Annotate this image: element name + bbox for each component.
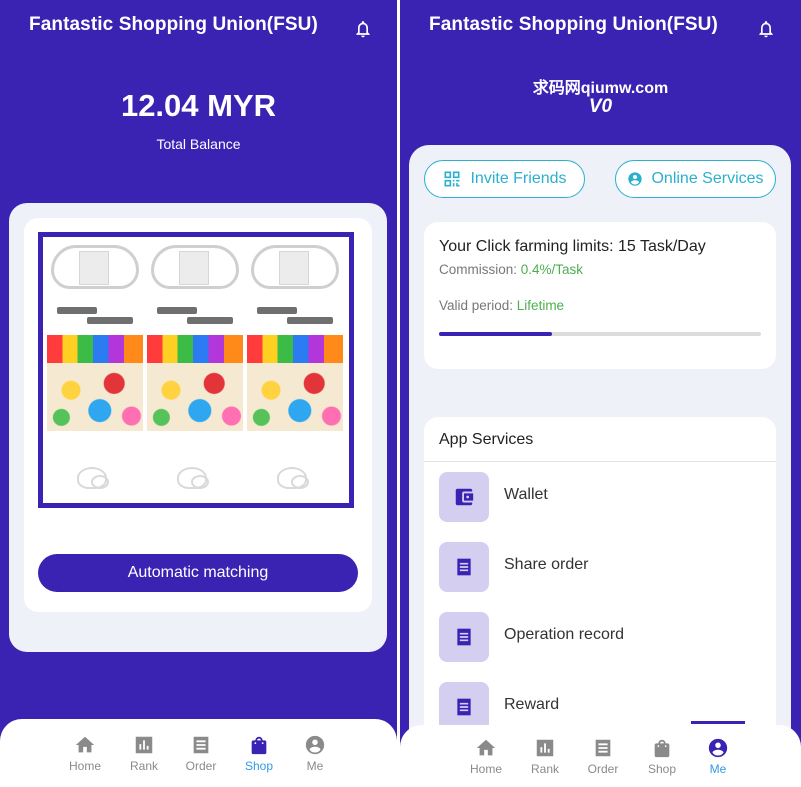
account-circle-icon bbox=[628, 172, 643, 186]
tab-label: Home bbox=[68, 759, 101, 773]
bottom-tab-bar: Home Rank Order Shop Me bbox=[0, 715, 397, 787]
tab-label: Home bbox=[469, 762, 502, 776]
divider bbox=[424, 461, 776, 462]
service-item-wallet[interactable]: Wallet bbox=[439, 472, 759, 522]
task-limits-title: Your Click farming limits: 15 Task/Day bbox=[439, 238, 706, 255]
bell-icon[interactable] bbox=[756, 18, 776, 40]
tab-order[interactable]: Order bbox=[176, 734, 226, 773]
tab-label: Me bbox=[306, 759, 324, 773]
task-progress-fill bbox=[439, 332, 552, 336]
product-column bbox=[147, 241, 243, 501]
shop-screen: Fantastic Shopping Union(FSU) 12.04 MYR … bbox=[0, 0, 397, 787]
service-label: Wallet bbox=[504, 486, 548, 503]
product-collage-image bbox=[38, 232, 354, 508]
order-icon bbox=[595, 739, 611, 757]
home-icon bbox=[476, 739, 496, 756]
wallet-icon bbox=[439, 472, 489, 522]
app-title: Fantastic Shopping Union(FSU) bbox=[29, 14, 318, 35]
app-title: Fantastic Shopping Union(FSU) bbox=[429, 14, 718, 35]
bottom-tab-bar: Home Rank Order Shop Me bbox=[400, 721, 801, 787]
invite-friends-label: Invite Friends bbox=[470, 170, 567, 187]
receipt-icon bbox=[439, 542, 489, 592]
task-progress-bar bbox=[439, 332, 761, 336]
service-label: Operation record bbox=[504, 626, 625, 643]
valid-period-line: Valid period: Lifetime bbox=[439, 298, 564, 313]
account-icon bbox=[708, 738, 728, 758]
rank-icon bbox=[135, 736, 153, 754]
account-icon bbox=[305, 735, 325, 755]
home-icon bbox=[75, 736, 95, 753]
service-item-operation-record[interactable]: Operation record bbox=[439, 612, 759, 662]
active-tab-indicator bbox=[691, 721, 745, 724]
balance-label: Total Balance bbox=[156, 136, 241, 152]
tab-shop[interactable]: Shop bbox=[637, 737, 687, 776]
bell-icon[interactable] bbox=[353, 18, 373, 40]
valid-period-value: Lifetime bbox=[516, 298, 565, 313]
tab-home[interactable]: Home bbox=[60, 734, 110, 773]
matching-card: Automatic matching bbox=[24, 218, 372, 612]
product-column bbox=[247, 241, 343, 501]
commission-label: Commission: bbox=[439, 262, 521, 277]
service-item-share-order[interactable]: Share order bbox=[439, 542, 759, 592]
automatic-matching-button[interactable]: Automatic matching bbox=[38, 554, 358, 592]
tab-label: Shop bbox=[244, 759, 274, 773]
valid-period-label: Valid period: bbox=[439, 298, 517, 313]
tab-label: Rank bbox=[530, 762, 559, 776]
online-services-button[interactable]: Online Services bbox=[615, 160, 776, 198]
online-services-label: Online Services bbox=[651, 170, 764, 187]
task-limits-card: Your Click farming limits: 15 Task/Day C… bbox=[424, 222, 776, 369]
commission-line: Commission: 0.4%/Task bbox=[439, 262, 583, 277]
qr-code-icon bbox=[444, 171, 460, 187]
commission-value: 0.4%/Task bbox=[520, 262, 584, 277]
tab-rank[interactable]: Rank bbox=[119, 734, 169, 773]
tab-label: Shop bbox=[647, 762, 677, 776]
tab-me[interactable]: Me bbox=[693, 737, 743, 776]
tab-label: Me bbox=[709, 762, 727, 776]
order-icon bbox=[193, 736, 209, 754]
tab-order[interactable]: Order bbox=[578, 737, 628, 776]
tab-label: Order bbox=[185, 759, 217, 773]
service-label: Share order bbox=[504, 556, 589, 573]
tab-rank[interactable]: Rank bbox=[520, 737, 570, 776]
service-label: Reward bbox=[504, 696, 560, 713]
active-tab-indicator bbox=[231, 715, 288, 718]
shop-bag-icon bbox=[251, 736, 267, 755]
balance-amount: 12.04 MYR bbox=[120, 88, 277, 123]
invite-friends-button[interactable]: Invite Friends bbox=[424, 160, 585, 198]
tab-label: Rank bbox=[129, 759, 158, 773]
tab-label: Order bbox=[587, 762, 619, 776]
brand-text: 求码网qiumw.com bbox=[532, 80, 669, 97]
tab-home[interactable]: Home bbox=[461, 737, 511, 776]
me-screen: Fantastic Shopping Union(FSU) 求码网qiumw.c… bbox=[400, 0, 801, 787]
matching-panel: Automatic matching bbox=[9, 203, 387, 652]
tab-me[interactable]: Me bbox=[290, 734, 340, 773]
tab-shop[interactable]: Shop bbox=[234, 734, 284, 773]
product-column bbox=[47, 241, 143, 501]
shop-bag-icon bbox=[654, 739, 670, 758]
app-services-title: App Services bbox=[439, 431, 534, 448]
profile-panel: Invite Friends Online Services Your Clic… bbox=[409, 145, 791, 787]
vip-level-badge: V0 bbox=[588, 96, 613, 117]
rank-icon bbox=[536, 739, 554, 757]
receipt-icon bbox=[439, 612, 489, 662]
